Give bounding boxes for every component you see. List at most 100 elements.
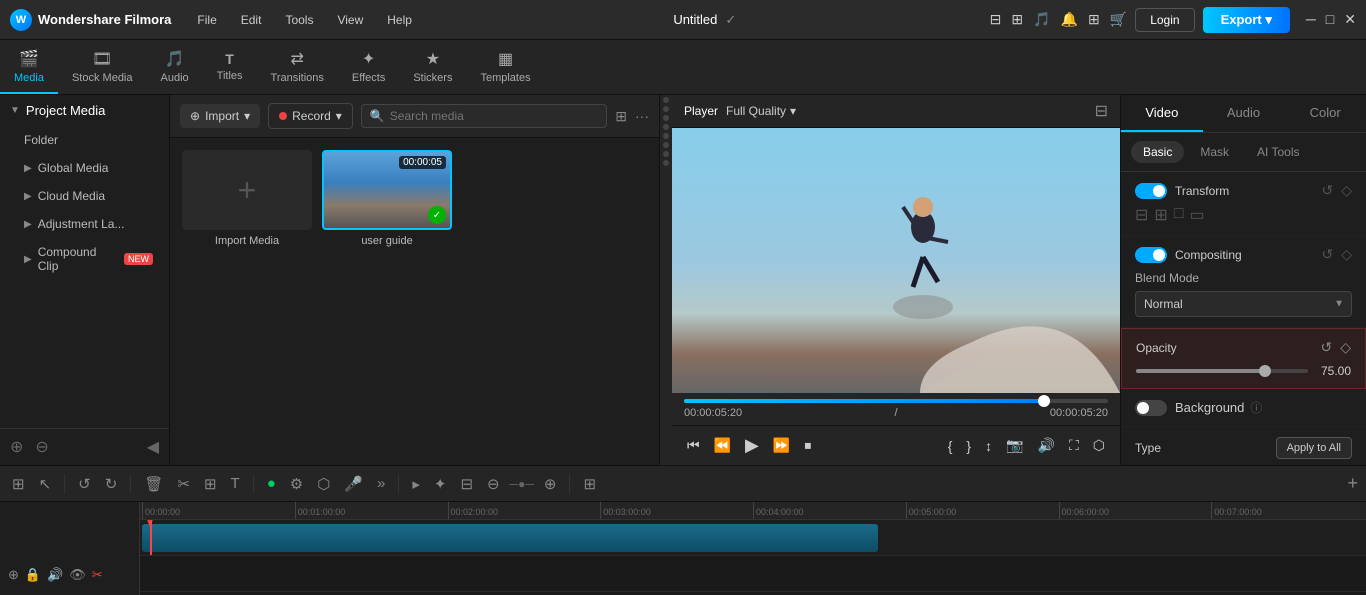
- add-track-icon[interactable]: ⊕: [8, 567, 19, 583]
- maximize-button[interactable]: □: [1326, 11, 1334, 28]
- opacity-keyframe-icon[interactable]: ◇: [1340, 339, 1351, 356]
- sidebar-item-folder[interactable]: Folder: [0, 126, 169, 154]
- transform-icon-1[interactable]: ⊟: [1135, 205, 1148, 225]
- tl-marker-button[interactable]: ▸: [408, 472, 424, 496]
- tab-stickers[interactable]: ★ Stickers: [399, 40, 466, 94]
- tl-zoom-in-button[interactable]: ⊕: [540, 472, 561, 496]
- background-info-icon[interactable]: ⓘ: [1250, 399, 1262, 416]
- media-item-user-guide[interactable]: 00:00:05 ✓ user guide: [322, 150, 452, 453]
- tl-speed-button[interactable]: ⚙: [286, 472, 307, 496]
- lock-track-icon[interactable]: 🔒: [25, 567, 41, 583]
- prev-frame-button[interactable]: ⏪: [711, 434, 734, 457]
- opacity-reset-icon[interactable]: ↺: [1320, 339, 1332, 356]
- tab-transitions[interactable]: ⇄ Transitions: [257, 40, 338, 94]
- tl-cut-button[interactable]: ✂: [173, 472, 194, 496]
- media-item-import[interactable]: + Import Media: [182, 150, 312, 453]
- stop-button[interactable]: ⏹: [801, 434, 814, 457]
- play-button[interactable]: ▶: [742, 432, 762, 459]
- icon-frames[interactable]: ⊞: [1011, 11, 1023, 28]
- tab-color[interactable]: Color: [1284, 95, 1366, 132]
- project-media-header[interactable]: ▼ Project Media: [0, 95, 169, 126]
- tl-undo-button[interactable]: ↺: [74, 472, 95, 496]
- tl-green-button[interactable]: ●: [263, 472, 280, 495]
- close-button[interactable]: ✕: [1344, 11, 1356, 28]
- tab-video[interactable]: Video: [1121, 95, 1203, 132]
- sidebar-item-adjustment-layer[interactable]: ▶ Adjustment La...: [0, 210, 169, 238]
- subtab-ai-tools[interactable]: AI Tools: [1245, 141, 1311, 163]
- tab-stock-media[interactable]: 🎞 Stock Media: [58, 40, 147, 94]
- transform-icon-3[interactable]: □: [1174, 205, 1184, 225]
- sidebar-item-global-media[interactable]: ▶ Global Media: [0, 154, 169, 182]
- menu-help[interactable]: Help: [379, 9, 420, 31]
- tab-audio[interactable]: 🎵 Audio: [147, 40, 203, 94]
- compositing-keyframe-icon[interactable]: ◇: [1341, 246, 1352, 263]
- import-button[interactable]: ⊕ Import ▾: [180, 104, 260, 128]
- icon-monitor[interactable]: ⊟: [990, 11, 1002, 28]
- minimize-button[interactable]: ─: [1306, 11, 1316, 28]
- tab-effects[interactable]: ✦ Effects: [338, 40, 399, 94]
- add-folder-icon[interactable]: ⊕: [10, 437, 23, 457]
- icon-music[interactable]: 🎵: [1033, 11, 1050, 28]
- fullscreen-button[interactable]: ⛶: [1066, 434, 1082, 457]
- more-icon[interactable]: ···: [635, 108, 649, 124]
- tl-ai-button[interactable]: ✦: [430, 472, 451, 496]
- icon-bell[interactable]: 🔔: [1061, 11, 1078, 28]
- tl-layout-button[interactable]: ⊞: [8, 472, 29, 496]
- tl-crop-button[interactable]: ⊞: [200, 472, 221, 496]
- menu-view[interactable]: View: [329, 9, 371, 31]
- tl-text-button[interactable]: T: [227, 472, 244, 495]
- tl-split-button[interactable]: ⊟: [456, 472, 477, 496]
- tl-zoom-out-button[interactable]: ⊖: [483, 472, 504, 496]
- menu-edit[interactable]: Edit: [233, 9, 270, 31]
- icon-grid[interactable]: ⊞: [1088, 11, 1100, 28]
- transform-reset-icon[interactable]: ↺: [1321, 182, 1333, 199]
- collapse-panel-icon[interactable]: ◀: [147, 437, 159, 457]
- quality-selector[interactable]: Full Quality ▾: [726, 104, 796, 118]
- tl-redo-button[interactable]: ↻: [101, 472, 122, 496]
- tl-add-track-button[interactable]: +: [1347, 473, 1358, 494]
- transform-toggle[interactable]: [1135, 183, 1167, 199]
- next-frame-button[interactable]: ⏩: [770, 434, 793, 457]
- audio-track-icon[interactable]: 🔊: [47, 567, 63, 583]
- transform-icon-4[interactable]: ▭: [1189, 205, 1204, 225]
- sidebar-item-compound-clip[interactable]: ▶ Compound Clip NEW: [0, 238, 169, 280]
- mark-out-button[interactable]: }: [963, 435, 974, 457]
- track-clip-1[interactable]: [142, 524, 878, 552]
- tl-delete-button[interactable]: 🗑: [140, 472, 167, 496]
- tab-media[interactable]: 🎬 Media: [0, 40, 58, 94]
- record-button[interactable]: Record ▾: [268, 103, 353, 129]
- transform-icon-2[interactable]: ⊞: [1154, 205, 1167, 225]
- opacity-slider[interactable]: [1136, 369, 1308, 373]
- search-input[interactable]: [390, 109, 598, 123]
- menu-tools[interactable]: Tools: [277, 9, 321, 31]
- subtab-mask[interactable]: Mask: [1188, 141, 1241, 163]
- menu-file[interactable]: File: [189, 9, 224, 31]
- pip-button[interactable]: ⬡: [1090, 434, 1108, 457]
- transform-keyframe-icon[interactable]: ◇: [1341, 182, 1352, 199]
- background-toggle[interactable]: [1135, 400, 1167, 416]
- export-button[interactable]: Export ▾: [1203, 7, 1290, 33]
- snapshot-button[interactable]: 📷: [1003, 434, 1026, 457]
- tl-more-button[interactable]: »: [373, 472, 389, 495]
- audio-button[interactable]: 🔊: [1035, 434, 1058, 457]
- blend-mode-select[interactable]: Normal: [1135, 291, 1352, 317]
- rewind-button[interactable]: ⏮: [684, 434, 703, 457]
- tl-select-button[interactable]: ↖: [35, 472, 56, 496]
- icon-cart[interactable]: 🛒: [1110, 11, 1127, 28]
- subtab-basic[interactable]: Basic: [1131, 141, 1184, 163]
- tl-grid-button[interactable]: ⊞: [579, 472, 600, 496]
- mark-in-button[interactable]: {: [945, 435, 956, 457]
- tl-mask-button[interactable]: ⬡: [313, 472, 334, 496]
- player-tab-label[interactable]: Player: [684, 104, 718, 118]
- progress-bar[interactable]: [684, 399, 1108, 403]
- cut-track-icon[interactable]: ✂: [92, 567, 103, 583]
- apply-to-all-button[interactable]: Apply to All: [1276, 437, 1352, 459]
- insert-button[interactable]: ↕: [982, 435, 995, 457]
- player-screen-icon[interactable]: ⊟: [1095, 101, 1108, 121]
- tab-titles[interactable]: T Titles: [203, 40, 257, 94]
- sidebar-item-cloud-media[interactable]: ▶ Cloud Media: [0, 182, 169, 210]
- tab-audio[interactable]: Audio: [1203, 95, 1285, 132]
- compositing-reset-icon[interactable]: ↺: [1321, 246, 1333, 263]
- filter-icon[interactable]: ⊞: [615, 108, 627, 125]
- eye-track-icon[interactable]: 👁: [69, 567, 86, 583]
